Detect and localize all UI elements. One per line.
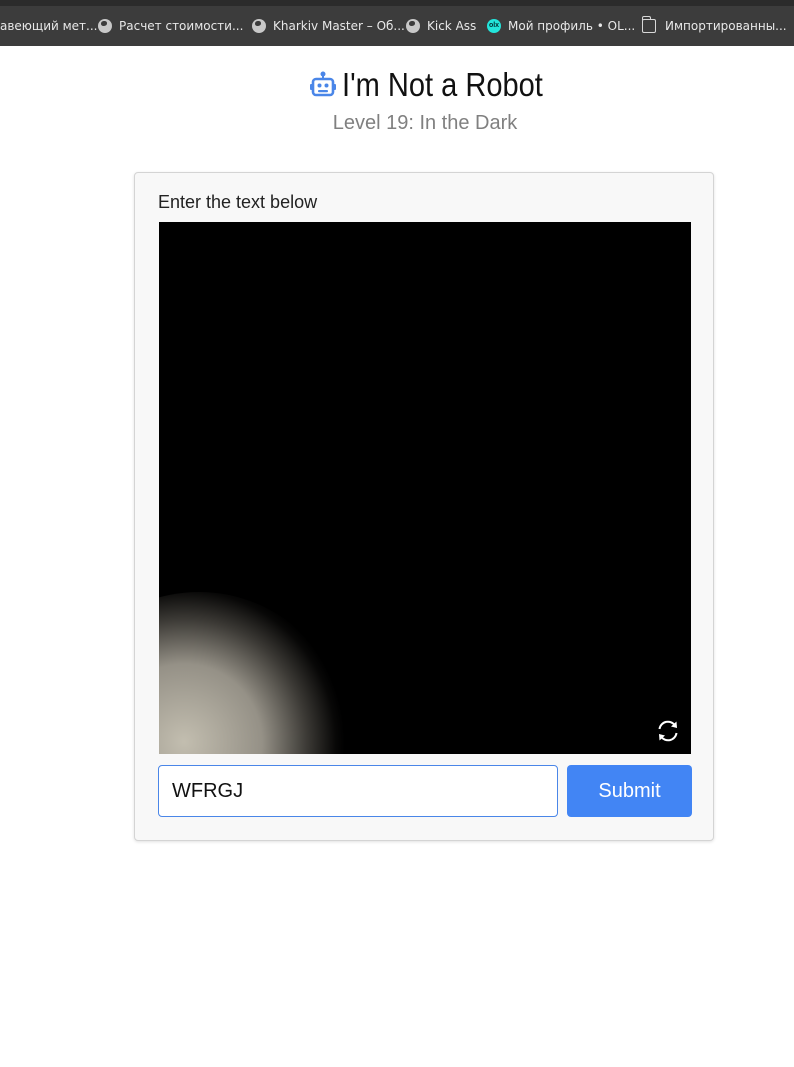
bookmark-item-5[interactable]: olx Мой профиль • OL... [487, 6, 635, 46]
robot-icon [309, 71, 336, 97]
bookmarks-bar: авеющий мет... Расчет стоимости... Khark… [0, 6, 794, 46]
refresh-icon[interactable] [655, 718, 681, 744]
level-subtitle: Level 19: In the Dark [332, 112, 518, 134]
globe-icon [252, 19, 266, 33]
globe-icon [406, 19, 420, 33]
bookmark-item-3[interactable]: Kharkiv Master – Об... [252, 6, 405, 46]
bookmark-item-2[interactable]: Расчет стоимости... [98, 6, 243, 46]
flashlight-glow [159, 592, 349, 754]
answer-input[interactable] [158, 765, 558, 817]
bookmark-label: Расчет стоимости... [119, 19, 244, 33]
page-title: I'm Not a Robot [341, 66, 543, 103]
captcha-image [159, 222, 691, 754]
bookmark-label: Импортированны... [665, 19, 787, 33]
bookmark-label: Мой профиль • OL... [508, 19, 636, 33]
bookmark-item-6[interactable]: Импортированны... [641, 6, 787, 46]
globe-icon [98, 19, 112, 33]
page-header: I'm Not a Robot [0, 66, 794, 104]
bookmark-label: Kharkiv Master – Об... [273, 19, 405, 33]
olx-icon: olx [487, 19, 501, 33]
bookmark-item-4[interactable]: Kick Ass [406, 6, 476, 46]
folder-icon [641, 16, 656, 33]
submit-button[interactable]: Submit [567, 765, 692, 817]
captcha-prompt: Enter the text below [158, 192, 318, 212]
bookmark-label: авеющий мет... [0, 19, 98, 33]
bookmark-label: Kick Ass [427, 19, 477, 33]
bookmark-item-1[interactable]: авеющий мет... [0, 6, 98, 46]
captcha-card: Enter the text below Submit [134, 172, 714, 841]
